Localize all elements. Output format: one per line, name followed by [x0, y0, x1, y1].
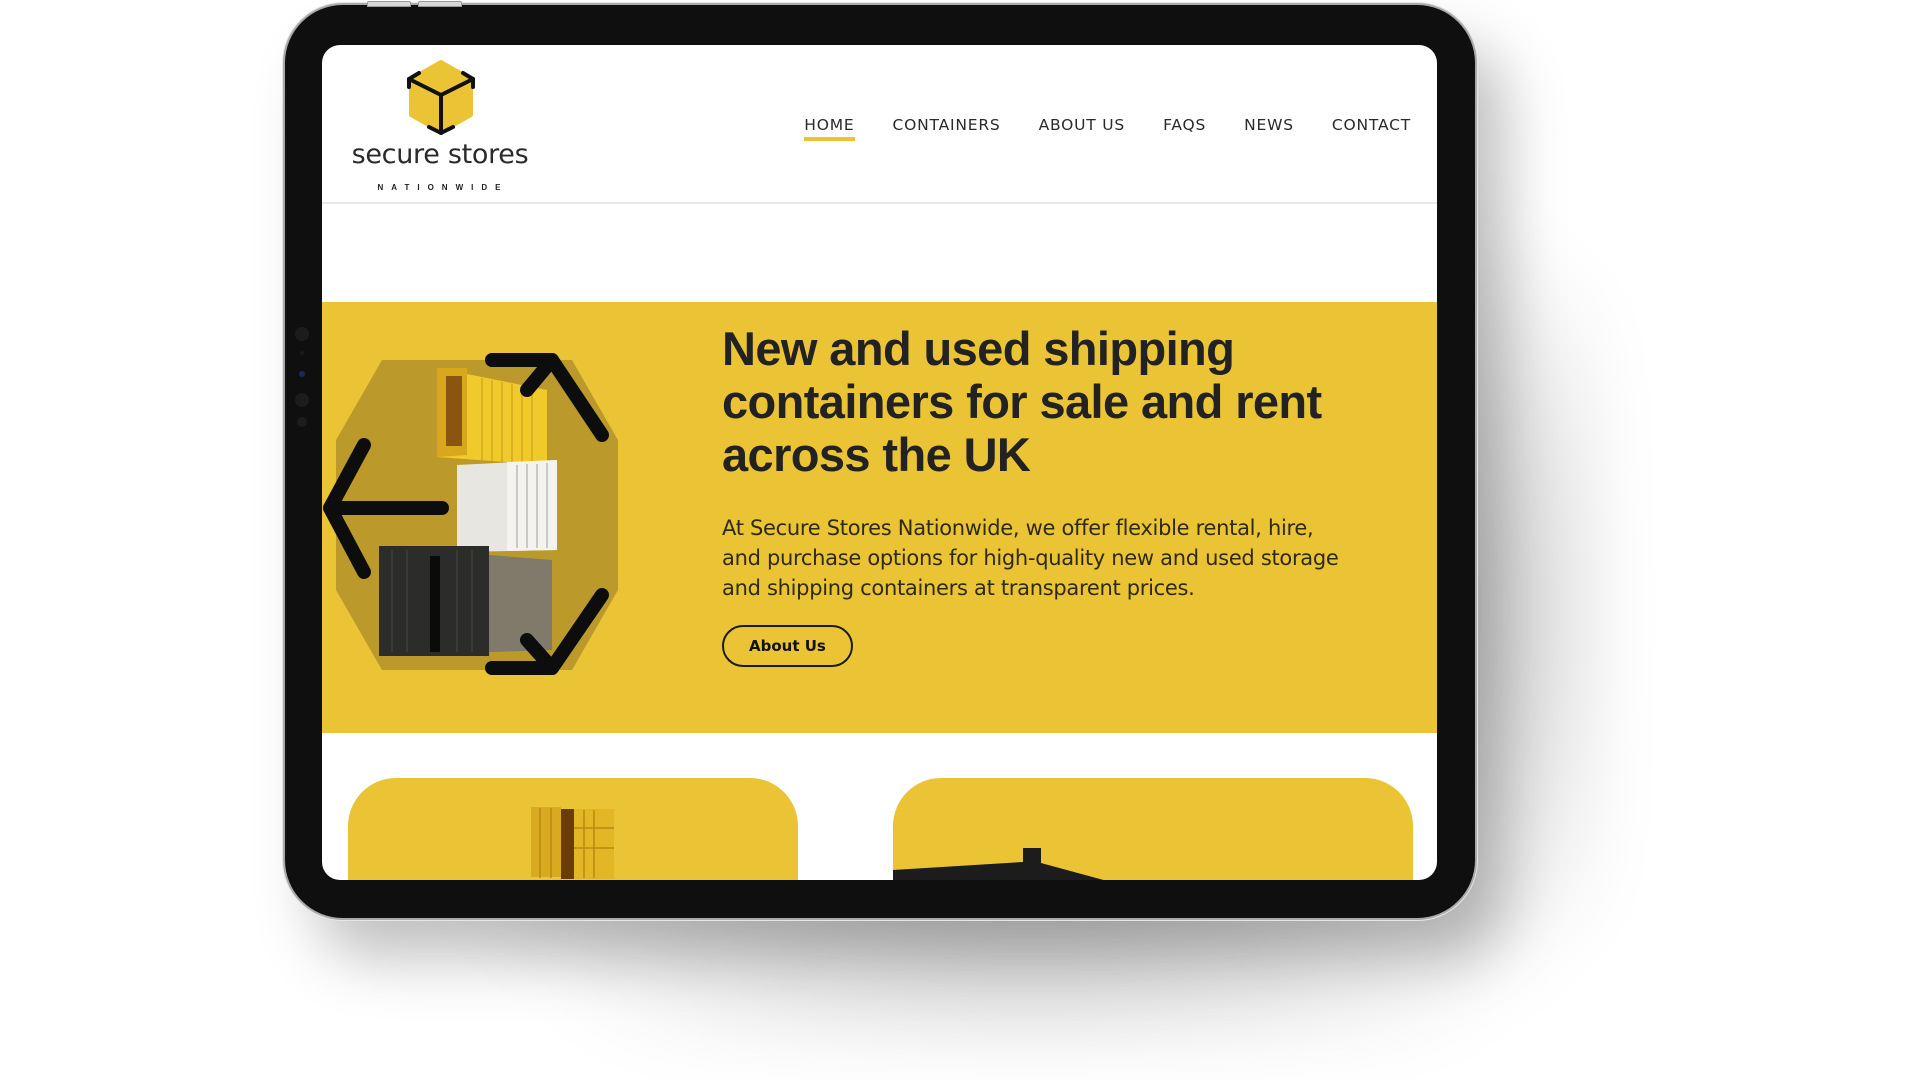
camera-sensor	[295, 393, 309, 407]
hero-section: New and used shipping containers for sal…	[322, 302, 1437, 733]
nav-item-about-us[interactable]: ABOUT US	[1039, 116, 1126, 141]
container-card[interactable]	[348, 778, 798, 880]
nav-item-news[interactable]: NEWS	[1244, 116, 1294, 141]
nav-item-faqs[interactable]: FAQS	[1163, 116, 1206, 141]
tablet-device: secure stores NATIONWIDE HOME CONTAINERS…	[285, 1, 1475, 918]
main-nav: HOME CONTAINERS ABOUT US FAQS NEWS CONTA…	[766, 116, 1411, 141]
nav-item-home[interactable]: HOME	[804, 116, 855, 141]
nav-item-containers[interactable]: CONTAINERS	[893, 116, 1001, 141]
yellow-container-image	[531, 807, 614, 879]
camera-sensor	[295, 327, 309, 341]
volume-down-button	[418, 1, 462, 7]
logo-name: secure stores	[351, 139, 529, 170]
white-container-icon	[457, 460, 557, 552]
camera-sensor	[297, 417, 307, 427]
about-us-button[interactable]: About Us	[722, 625, 853, 667]
camera-lens	[299, 371, 305, 377]
logo-tagline: NATIONWIDE	[377, 183, 509, 192]
website-screen: secure stores NATIONWIDE HOME CONTAINERS…	[322, 45, 1437, 880]
container-card[interactable]	[893, 778, 1413, 880]
hero-text: New and used shipping containers for sal…	[722, 322, 1402, 667]
cube-logo-icon	[407, 60, 475, 135]
hero-description: At Secure Stores Nationwide, we offer fl…	[722, 516, 1339, 600]
site-logo[interactable]: secure stores NATIONWIDE	[340, 55, 540, 195]
volume-up-button	[367, 1, 411, 7]
hero-title: New and used shipping containers for sal…	[722, 322, 1322, 481]
hero-containers-image	[323, 353, 618, 675]
site-header: secure stores NATIONWIDE HOME CONTAINERS…	[322, 45, 1437, 204]
nav-item-contact[interactable]: CONTACT	[1332, 116, 1411, 141]
camera-sensor	[300, 351, 304, 355]
black-container-image	[893, 848, 1104, 880]
